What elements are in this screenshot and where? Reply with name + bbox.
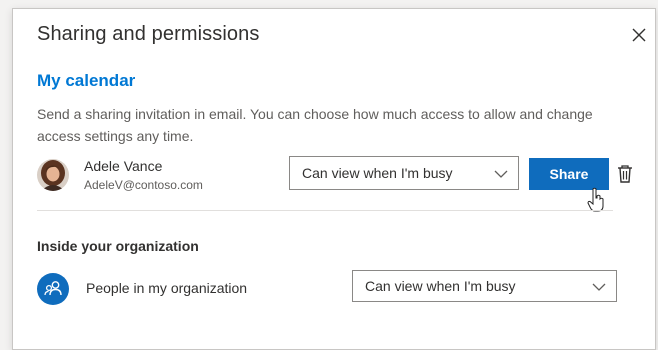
organization-heading: Inside your organization bbox=[37, 238, 199, 254]
avatar bbox=[37, 159, 69, 191]
person-name: Adele Vance bbox=[84, 158, 163, 174]
organization-label: People in my organization bbox=[86, 280, 248, 296]
organization-permission-dropdown[interactable]: Can view when I'm busy bbox=[352, 270, 617, 302]
sharing-description: Send a sharing invitation in email. You … bbox=[37, 106, 593, 144]
chevron-down-icon bbox=[494, 170, 508, 178]
sharing-dialog: Sharing and permissions My calendar Send… bbox=[12, 8, 656, 350]
dialog-title: Sharing and permissions bbox=[37, 23, 260, 45]
organization-permission-value: Can view when I'm busy bbox=[365, 278, 516, 294]
trash-icon[interactable] bbox=[615, 163, 635, 185]
calendar-heading: My calendar bbox=[37, 71, 136, 90]
people-icon bbox=[37, 273, 69, 305]
share-button[interactable]: Share bbox=[529, 158, 609, 190]
person-permission-dropdown[interactable]: Can view when I'm busy bbox=[289, 156, 519, 190]
divider bbox=[37, 210, 613, 211]
close-icon[interactable] bbox=[629, 25, 649, 45]
chevron-down-icon bbox=[592, 283, 606, 291]
person-permission-value: Can view when I'm busy bbox=[302, 165, 453, 181]
person-email: AdeleV@contoso.com bbox=[84, 178, 203, 192]
